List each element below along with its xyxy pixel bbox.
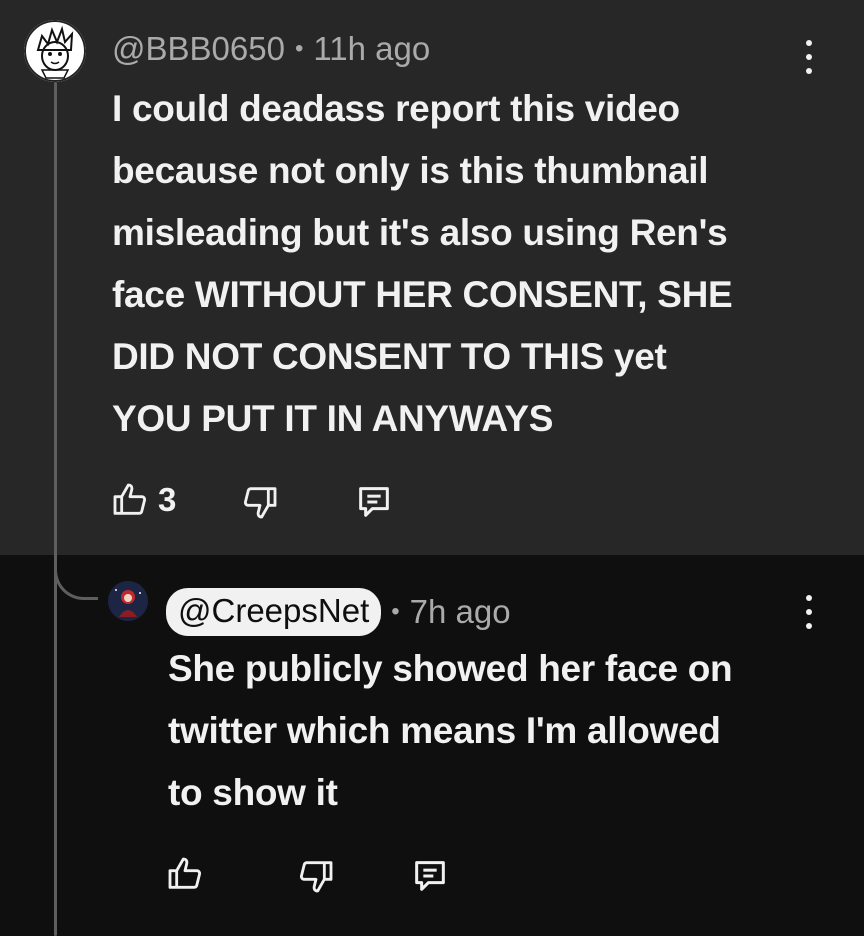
- thumb-down-icon: [296, 856, 336, 896]
- reply-icon: [354, 482, 394, 522]
- reply-button[interactable]: [354, 482, 394, 522]
- thread-connector: [54, 540, 98, 600]
- reply-line: to show it: [168, 772, 338, 813]
- comment-line: because not only is this thumbnail: [112, 150, 709, 191]
- timestamp[interactable]: 7h ago: [410, 593, 511, 631]
- thumb-up-icon: [165, 854, 205, 894]
- comment-line: I could deadass report this video: [112, 88, 680, 129]
- thumb-up-icon: [110, 480, 150, 520]
- dislike-button[interactable]: [296, 856, 336, 896]
- meta-separator: •: [391, 598, 400, 625]
- reply-icon: [410, 856, 450, 896]
- thread-line: [54, 82, 57, 936]
- creator-handle-badge[interactable]: @CreepsNet: [166, 588, 382, 636]
- like-button[interactable]: 3: [110, 480, 176, 520]
- comment-line: face WITHOUT HER CONSENT, SHE: [112, 274, 733, 315]
- dislike-button[interactable]: [240, 482, 280, 522]
- reply-line: She publicly showed her face on: [168, 648, 733, 689]
- comment-line: DID NOT CONSENT TO THIS yet: [112, 336, 667, 377]
- more-vert-icon[interactable]: [804, 40, 814, 74]
- like-count: 3: [158, 481, 177, 518]
- reply-text: She publicly showed her face on twitter …: [168, 638, 733, 824]
- thumb-down-icon: [240, 482, 280, 522]
- meta-separator: •: [294, 35, 304, 62]
- like-button[interactable]: [165, 854, 205, 894]
- comment-meta: @BBB0650 • 11h ago: [112, 30, 430, 68]
- avatar[interactable]: [108, 581, 148, 621]
- reply-button[interactable]: [410, 856, 450, 896]
- timestamp[interactable]: 11h ago: [313, 30, 430, 68]
- reply-meta: @CreepsNet • 7h ago: [166, 588, 511, 636]
- comment-text: I could deadass report this video becaus…: [112, 78, 733, 450]
- comment-line: YOU PUT IT IN ANYWAYS: [112, 398, 554, 439]
- comment-line: misleading but it's also using Ren's: [112, 212, 728, 253]
- avatar[interactable]: [24, 20, 86, 82]
- reply-line: twitter which means I'm allowed: [168, 710, 721, 751]
- author-handle[interactable]: @BBB0650: [112, 30, 285, 68]
- more-vert-icon[interactable]: [804, 595, 814, 629]
